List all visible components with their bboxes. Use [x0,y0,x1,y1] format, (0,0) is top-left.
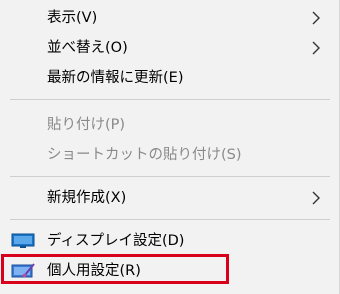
menu-item-view-label: 表示(V) [47,10,98,26]
menu-separator [10,99,330,100]
menu-item-paste-shortcut: ショートカットの貼り付け(S) [0,140,339,170]
menu-item-refresh-label: 最新の情報に更新(E) [47,70,184,86]
chevron-right-icon [312,11,320,25]
menu-item-sort-by[interactable]: 並べ替え(O) [0,33,339,63]
menu-item-refresh[interactable]: 最新の情報に更新(E) [0,63,339,93]
menu-item-paste-shortcut-label: ショートカットの貼り付け(S) [47,147,242,163]
menu-item-paste-label: 貼り付け(P) [47,117,126,133]
menu-item-display-settings-label: ディスプレイ設定(D) [47,233,185,249]
menu-separator [10,219,330,220]
monitor-brush-icon [11,263,35,278]
menu-item-personalize[interactable]: 個人用設定(R) [0,256,339,286]
desktop-context-menu: 表示(V) 並べ替え(O) 最新の情報に更新(E) 貼り付け(P) ショートカッ… [0,0,340,294]
chevron-right-icon [312,191,320,205]
menu-item-paste: 貼り付け(P) [0,110,339,140]
menu-item-new[interactable]: 新規作成(X) [0,183,339,213]
menu-separator [10,176,330,177]
menu-item-sort-by-label: 並べ替え(O) [47,40,128,56]
chevron-right-icon [312,41,320,55]
monitor-icon [11,233,35,248]
menu-item-personalize-label: 個人用設定(R) [47,263,141,279]
menu-item-new-label: 新規作成(X) [47,190,127,206]
menu-item-display-settings[interactable]: ディスプレイ設定(D) [0,226,339,256]
menu-item-view[interactable]: 表示(V) [0,3,339,33]
